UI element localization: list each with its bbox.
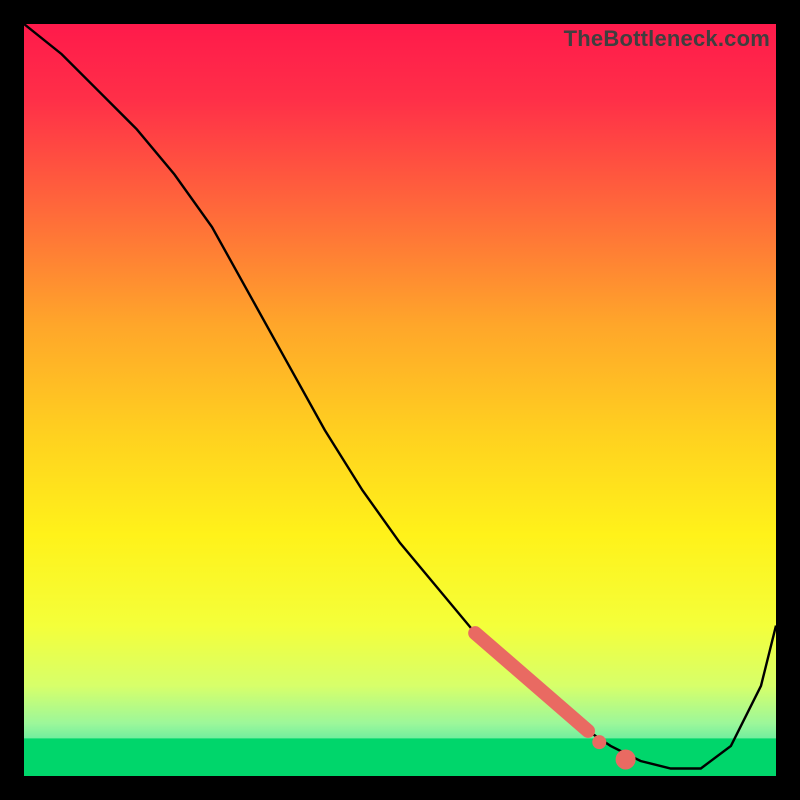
highlight-dot (592, 735, 606, 749)
gradient-background (24, 24, 776, 776)
chart-frame: TheBottleneck.com (24, 24, 776, 776)
bottleneck-chart (24, 24, 776, 776)
green-band (24, 738, 776, 776)
watermark-text: TheBottleneck.com (564, 26, 770, 52)
highlight-dot (616, 749, 636, 769)
